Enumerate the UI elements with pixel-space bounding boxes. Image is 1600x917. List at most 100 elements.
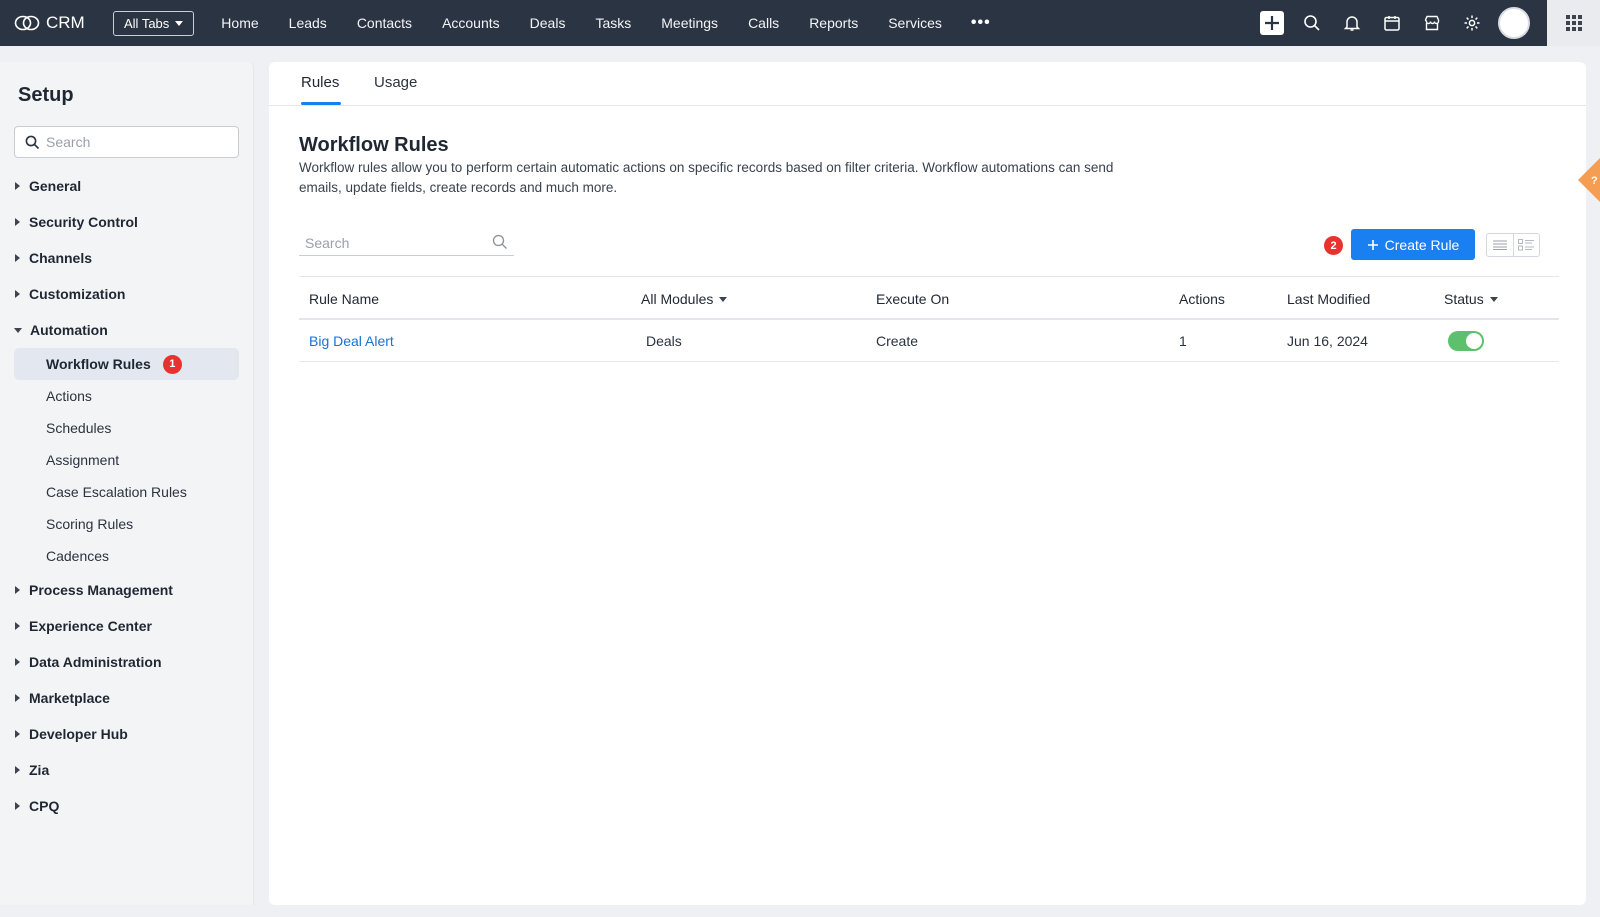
sidebar-subitem-cadences[interactable]: Cadences <box>14 540 239 572</box>
help-icon[interactable]: ? <box>1562 158 1600 202</box>
caret-down-icon <box>14 327 22 333</box>
brand[interactable]: CRM <box>14 13 100 33</box>
column-last-modified[interactable]: Last Modified <box>1287 291 1370 307</box>
search-button[interactable] <box>1292 0 1332 46</box>
sidebar-item-automation[interactable]: Automation <box>0 312 254 348</box>
plus-icon <box>1367 239 1378 250</box>
nav-link-home[interactable]: Home <box>206 0 273 46</box>
status-toggle[interactable] <box>1448 331 1484 351</box>
sidebar-subitem-assignment[interactable]: Assignment <box>14 444 239 476</box>
column-label: Status <box>1444 291 1484 307</box>
tab-usage[interactable]: Usage <box>374 74 417 91</box>
nav-link-calls[interactable]: Calls <box>733 0 794 46</box>
sidebar-subitem-workflow-rules[interactable]: Workflow Rules 1 <box>14 348 239 380</box>
nav-link-meetings[interactable]: Meetings <box>646 0 733 46</box>
nav-link-reports[interactable]: Reports <box>794 0 873 46</box>
sidebar-subitem-case-escalation-rules[interactable]: Case Escalation Rules <box>14 476 239 508</box>
page-description: Workflow rules allow you to perform cert… <box>299 160 1114 195</box>
sidebar-subitem-label: Assignment <box>46 452 120 468</box>
sidebar-item-label: Zia <box>29 762 50 778</box>
more-tabs-icon[interactable]: ••• <box>971 14 991 32</box>
app-launcher-button[interactable] <box>1547 0 1600 46</box>
sidebar-subitem-actions[interactable]: Actions <box>14 380 239 412</box>
rules-search-input[interactable] <box>305 234 485 251</box>
sidebar-subitem-label: Workflow Rules <box>46 356 151 372</box>
create-rule-button[interactable]: Create Rule <box>1351 229 1475 260</box>
nav-link-services[interactable]: Services <box>873 0 957 46</box>
chevron-down-icon <box>175 20 184 26</box>
quick-create-button[interactable] <box>1252 0 1292 46</box>
sidebar-title: Setup <box>18 84 74 106</box>
sidebar-subitem-label: Actions <box>46 388 92 404</box>
sidebar-item-customization[interactable]: Customization <box>0 276 254 312</box>
step-badge: 2 <box>1324 236 1343 255</box>
brand-name: CRM <box>46 13 85 32</box>
column-execute-on[interactable]: Execute On <box>876 291 949 307</box>
bell-icon <box>1343 16 1361 31</box>
column-all-modules[interactable]: All Modules <box>641 291 728 307</box>
sidebar-search[interactable] <box>14 126 239 158</box>
table-header: Rule Name All Modules Execute On Actions… <box>299 276 1559 320</box>
gear-icon <box>1464 15 1480 31</box>
all-tabs-label: All Tabs <box>124 15 170 31</box>
svg-text:?: ? <box>1591 175 1598 187</box>
detail-view-button[interactable] <box>1512 234 1540 256</box>
column-actions[interactable]: Actions <box>1179 291 1225 307</box>
nav-link-contacts[interactable]: Contacts <box>342 0 427 46</box>
sidebar-item-security-control[interactable]: Security Control <box>0 204 254 240</box>
sidebar-subitem-label: Case Escalation Rules <box>46 484 187 500</box>
marketplace-button[interactable] <box>1412 0 1452 46</box>
calendar-button[interactable] <box>1372 0 1412 46</box>
page-title: Workflow Rules <box>299 134 449 156</box>
sidebar-item-data-administration[interactable]: Data Administration <box>0 644 254 680</box>
sidebar-item-general[interactable]: General <box>0 168 254 204</box>
all-tabs-dropdown[interactable]: All Tabs <box>113 10 195 36</box>
sidebar-item-label: General <box>29 178 82 194</box>
rule-name-link[interactable]: Big Deal Alert <box>309 333 394 349</box>
sidebar-item-marketplace[interactable]: Marketplace <box>0 680 254 716</box>
search-icon <box>1304 15 1320 31</box>
rules-search[interactable] <box>299 230 514 256</box>
detail-list-icon <box>1518 239 1535 251</box>
active-tab-indicator <box>301 102 341 105</box>
table-row[interactable]: Big Deal Alert Deals Create 1 Jun 16, 20… <box>299 320 1559 362</box>
caret-right-icon <box>15 622 20 630</box>
sidebar-subitem-schedules[interactable]: Schedules <box>14 412 239 444</box>
sidebar-item-label: Automation <box>30 322 108 338</box>
sidebar-item-label: Channels <box>29 250 93 266</box>
toggle-knob <box>1466 333 1482 349</box>
sidebar-search-input[interactable] <box>46 134 226 150</box>
nav-link-deals[interactable]: Deals <box>515 0 581 46</box>
list-view-button[interactable] <box>1487 234 1513 256</box>
sidebar-subitem-scoring-rules[interactable]: Scoring Rules <box>14 508 239 540</box>
nav-links: Home Leads Contacts Accounts Deals Tasks… <box>206 0 957 46</box>
avatar[interactable] <box>1498 7 1530 39</box>
rule-execute-on: Create <box>876 333 919 349</box>
nav-link-accounts[interactable]: Accounts <box>427 0 515 46</box>
sidebar-subitem-label: Cadences <box>46 548 110 564</box>
sidebar-item-cpq[interactable]: CPQ <box>0 788 254 824</box>
settings-button[interactable] <box>1452 0 1492 46</box>
caret-down-icon <box>719 296 728 302</box>
caret-right-icon <box>15 290 20 298</box>
caret-right-icon <box>15 694 20 702</box>
sidebar-item-label: Customization <box>29 286 126 302</box>
sidebar-item-channels[interactable]: Channels <box>0 240 254 276</box>
tab-rules[interactable]: Rules <box>301 74 339 91</box>
nav-link-leads[interactable]: Leads <box>274 0 342 46</box>
column-rule-name[interactable]: Rule Name <box>309 291 379 307</box>
sidebar-item-experience-center[interactable]: Experience Center <box>0 608 254 644</box>
nav-link-tasks[interactable]: Tasks <box>580 0 646 46</box>
caret-right-icon <box>15 586 20 594</box>
notifications-button[interactable] <box>1332 0 1372 46</box>
create-rule-label: Create Rule <box>1384 236 1460 253</box>
sidebar-item-zia[interactable]: Zia <box>0 752 254 788</box>
top-navigation-bar: CRM All Tabs Home Leads Contacts Account… <box>0 0 1600 46</box>
sidebar-item-label: CPQ <box>29 798 60 814</box>
calendar-icon <box>1384 16 1400 31</box>
sidebar-item-developer-hub[interactable]: Developer Hub <box>0 716 254 752</box>
sidebar-item-label: Security Control <box>29 214 138 230</box>
plus-square-icon <box>1260 11 1284 35</box>
column-status[interactable]: Status <box>1444 291 1498 307</box>
sidebar-item-process-management[interactable]: Process Management <box>0 572 254 608</box>
